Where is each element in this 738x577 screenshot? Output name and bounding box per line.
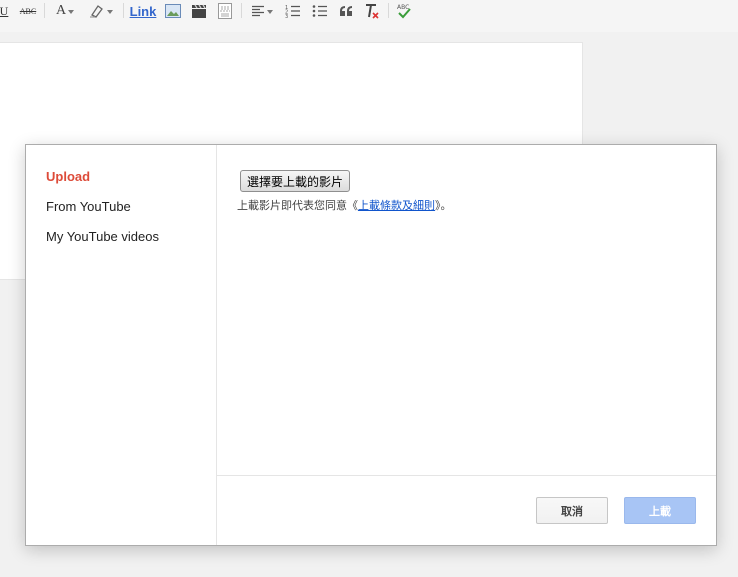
chevron-down-icon [267, 10, 273, 14]
svg-text:3: 3 [285, 14, 288, 18]
toolbar-separator [123, 3, 124, 18]
chevron-down-icon [107, 10, 113, 14]
font-color-button[interactable]: A [51, 0, 79, 22]
bulleted-list-button[interactable] [310, 0, 330, 22]
blockquote-button[interactable] [336, 0, 356, 22]
font-color-icon: A [55, 3, 67, 18]
nav-my-youtube-videos[interactable]: My YouTube videos [46, 229, 159, 244]
strikethrough-label: ABC [19, 6, 37, 16]
clear-formatting-icon [366, 4, 379, 19]
editor-toolbar: U ABC A Link 123 ABC [0, 0, 738, 32]
bulleted-list-icon [312, 5, 327, 17]
toolbar-separator [44, 3, 45, 18]
clapperboard-icon [192, 4, 206, 18]
dialog-content: 選擇要上載的影片 上載影片即代表您同意《上載條款及細則》。 [217, 145, 716, 475]
insert-jump-break-button[interactable] [215, 0, 235, 22]
highlighter-icon [90, 5, 103, 18]
spellcheck-button[interactable]: ABC [394, 0, 414, 22]
highlight-color-button[interactable] [86, 0, 116, 22]
underline-button[interactable]: U [0, 0, 8, 22]
align-left-icon [252, 5, 264, 17]
upload-button[interactable]: 上載 [624, 497, 696, 524]
insert-image-button[interactable] [163, 0, 183, 22]
quote-icon [340, 6, 352, 16]
terms-prefix: 上載影片即代表您同意《 [237, 199, 358, 212]
dialog-sidebar: Upload From YouTube My YouTube videos [26, 145, 217, 545]
page-break-icon [218, 3, 232, 19]
terms-link[interactable]: 上載條款及細則 [358, 199, 435, 212]
toolbar-separator [241, 3, 242, 18]
choose-video-button[interactable]: 選擇要上載的影片 [240, 170, 351, 192]
toolbar-separator [388, 3, 389, 18]
underline-label: U [0, 3, 9, 18]
insert-video-button[interactable] [189, 0, 209, 22]
nav-upload[interactable]: Upload [46, 169, 90, 184]
image-icon [165, 4, 181, 18]
numbered-list-button[interactable]: 123 [283, 0, 303, 22]
strikethrough-button[interactable]: ABC [17, 0, 39, 22]
terms-text: 上載影片即代表您同意《上載條款及細則》。 [237, 197, 452, 213]
numbered-list-icon: 123 [285, 5, 300, 18]
insert-video-dialog: Upload From YouTube My YouTube videos 選擇… [25, 144, 717, 546]
spellcheck-icon: ABC [397, 4, 411, 19]
link-button[interactable]: Link [129, 0, 157, 22]
dialog-footer: 取消 上載 [217, 475, 716, 546]
nav-from-youtube[interactable]: From YouTube [46, 199, 131, 214]
link-label: Link [129, 3, 157, 19]
cancel-button[interactable]: 取消 [536, 497, 608, 524]
spellcheck-text: ABC [397, 4, 409, 11]
chevron-down-icon [68, 10, 75, 14]
terms-suffix: 》。 [435, 199, 452, 212]
remove-formatting-button[interactable] [362, 0, 382, 22]
alignment-button[interactable] [248, 0, 276, 22]
